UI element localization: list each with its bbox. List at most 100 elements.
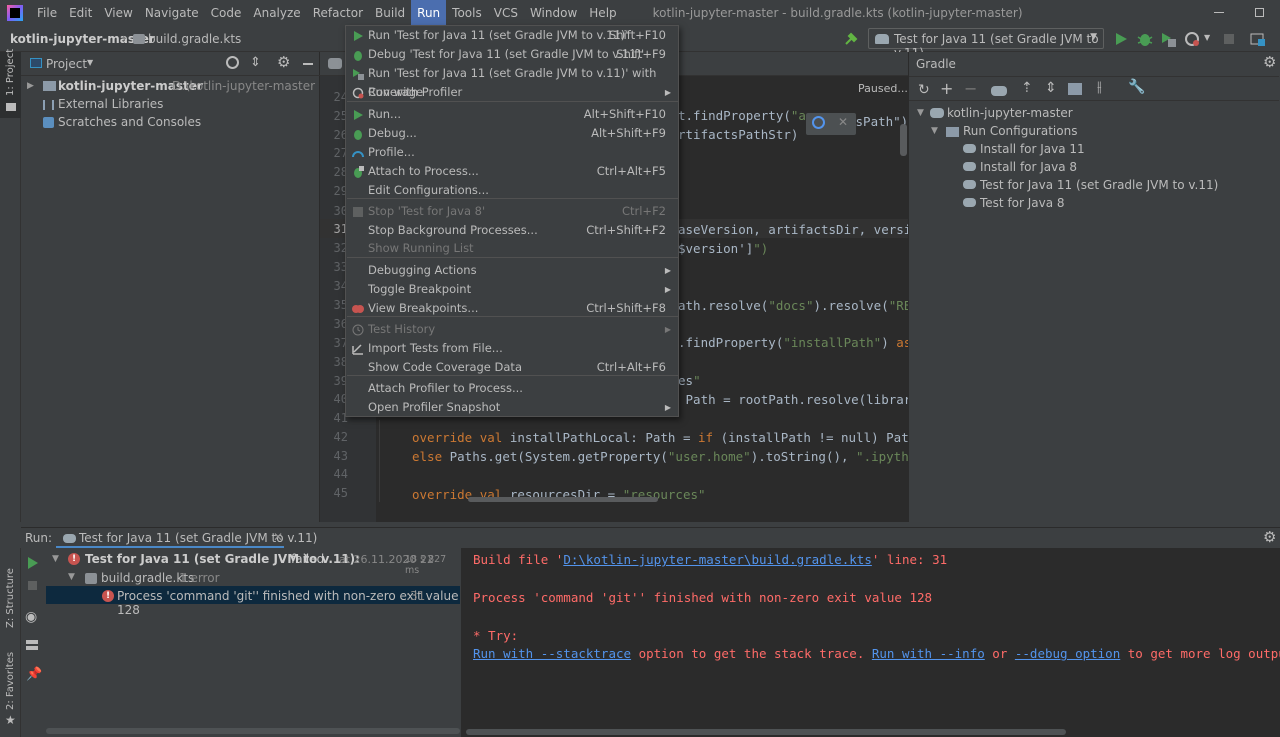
locate-icon[interactable] bbox=[226, 56, 239, 69]
menu-navigate[interactable]: Navigate bbox=[139, 0, 205, 26]
gear-icon[interactable]: ⚙ bbox=[277, 53, 290, 71]
profiler-icon[interactable] bbox=[1184, 31, 1200, 47]
frame-icon[interactable] bbox=[1250, 31, 1266, 47]
menu-item-toggle-breakpoint[interactable]: Toggle Breakpoint ▶ bbox=[346, 280, 678, 299]
menu-build[interactable]: Build bbox=[369, 0, 411, 26]
coverage-icon[interactable] bbox=[1160, 31, 1176, 47]
code-line: override val installPathLocal: Path = if… bbox=[412, 430, 932, 445]
close-icon[interactable]: ✕ bbox=[273, 530, 283, 544]
scratches-and-consoles[interactable]: Scratches and Consoles bbox=[58, 113, 201, 131]
project-view-selector[interactable]: Project bbox=[46, 57, 87, 71]
gradle-root[interactable]: kotlin-jupyter-master bbox=[947, 104, 1073, 122]
menu-vcs[interactable]: VCS bbox=[488, 0, 524, 26]
execute-task-icon[interactable] bbox=[991, 86, 1007, 96]
menu-file[interactable]: File bbox=[31, 0, 63, 26]
gradle-config-item[interactable]: Test for Java 11 (set Gradle JVM to v.11… bbox=[980, 176, 1218, 194]
offline-mode-icon[interactable]: ⫲ bbox=[1097, 79, 1102, 95]
debug-icon[interactable] bbox=[1137, 31, 1153, 47]
favorites-tool-label[interactable]: 2: Favorites bbox=[5, 652, 16, 710]
build-file-link[interactable]: D:\kotlin-jupyter-master\build.gradle.kt… bbox=[563, 552, 872, 567]
expand-arrow-icon[interactable]: ▼ bbox=[52, 554, 59, 564]
pin-icon[interactable]: 📌 bbox=[26, 667, 42, 682]
profiler-dropdown-icon[interactable]: ▼ bbox=[1204, 33, 1210, 42]
menu-refactor[interactable]: Refactor bbox=[307, 0, 369, 26]
close-icon[interactable]: ✕ bbox=[838, 115, 848, 129]
menu-item-label: Debug 'Test for Java 11 (set Gradle JVM … bbox=[368, 47, 645, 61]
menu-item-show-code-coverage-data[interactable]: Show Code Coverage Data Ctrl+Alt+F6 bbox=[346, 358, 678, 377]
line-number: 43 bbox=[333, 449, 348, 463]
run-console[interactable] bbox=[461, 548, 1280, 737]
stop-icon[interactable] bbox=[28, 581, 37, 590]
menu-item-run-test-for-java-11-set-gradle-jvm-to-v[interactable]: Run 'Test for Java 11 (set Gradle JVM to… bbox=[346, 64, 678, 99]
menu-item-attach-to-process[interactable]: Attach to Process... Ctrl+Alt+F5 bbox=[346, 162, 678, 181]
gear-icon[interactable]: ⚙ bbox=[1263, 53, 1276, 71]
menu-item-run[interactable]: Run... Alt+Shift+F10 bbox=[346, 105, 678, 124]
console-scrollbar[interactable] bbox=[466, 729, 1066, 735]
group-modules-icon[interactable] bbox=[1068, 83, 1082, 95]
stacktrace-link[interactable]: Run with --stacktrace bbox=[473, 646, 631, 661]
menu-item-open-profiler-snapshot[interactable]: Open Profiler Snapshot ▶ bbox=[346, 398, 678, 417]
editor-tab-icon[interactable] bbox=[328, 58, 342, 69]
run-root-status: failed bbox=[291, 552, 325, 566]
wrench-icon[interactable]: 🔧 bbox=[1128, 79, 1145, 95]
menu-item-label: Stop Background Processes... bbox=[368, 223, 538, 237]
chevron-down-icon[interactable]: ▼ bbox=[87, 58, 93, 67]
run-configurations[interactable]: Run Configurations bbox=[963, 122, 1077, 140]
menu-item-debug-test-for-java-11-set-gradle-jvm-to[interactable]: Debug 'Test for Java 11 (set Gradle JVM … bbox=[346, 45, 678, 64]
remove-icon[interactable]: − bbox=[964, 79, 977, 98]
menu-window[interactable]: Window bbox=[524, 0, 583, 26]
run-config-selector[interactable]: Test for Java 11 (set Gradle JVM to v.11… bbox=[868, 28, 1104, 60]
restore-button[interactable] bbox=[1255, 8, 1264, 17]
line-number: 42 bbox=[333, 430, 348, 444]
breadcrumb-file[interactable]: build.gradle.kts bbox=[148, 32, 241, 46]
external-libraries[interactable]: External Libraries bbox=[58, 95, 163, 113]
structure-tool-label[interactable]: Z: Structure bbox=[5, 568, 16, 628]
menu-item-view-breakpoints[interactable]: View Breakpoints... Ctrl+Shift+F8 bbox=[346, 299, 678, 318]
run-icon[interactable] bbox=[1114, 31, 1128, 47]
expand-arrow-icon[interactable]: ▼ bbox=[917, 104, 924, 122]
expand-all-icon[interactable]: ⇡ bbox=[1021, 80, 1033, 96]
rerun-icon[interactable] bbox=[26, 556, 39, 570]
menu-item-debug[interactable]: Debug... Alt+Shift+F9 bbox=[346, 124, 678, 143]
menu-run[interactable]: Run bbox=[411, 0, 447, 26]
layout-icon[interactable] bbox=[26, 640, 38, 650]
collapse-all-icon[interactable]: ⇕ bbox=[250, 55, 261, 70]
editor-hscrollbar[interactable] bbox=[468, 497, 658, 502]
collapse-all-icon[interactable]: ⇕ bbox=[1045, 80, 1057, 96]
menu-item-import-tests-from-file[interactable]: Import Tests from File... bbox=[346, 339, 678, 358]
debug-link[interactable]: --debug option bbox=[1015, 646, 1120, 661]
hide-icon[interactable] bbox=[303, 63, 313, 65]
gradle-config-item[interactable]: Test for Java 8 bbox=[980, 194, 1065, 212]
menu-item-run-with-profiler[interactable]: Run with Profiler ▶ bbox=[346, 83, 678, 102]
menu-code[interactable]: Code bbox=[205, 0, 248, 26]
run-tree-scrollbar[interactable] bbox=[46, 728, 460, 734]
menu-edit[interactable]: Edit bbox=[63, 0, 98, 26]
minimize-button[interactable] bbox=[1214, 12, 1224, 13]
menu-item-profile[interactable]: Profile... bbox=[346, 143, 678, 162]
menu-item-debugging-actions[interactable]: Debugging Actions ▶ bbox=[346, 261, 678, 280]
menu-analyze[interactable]: Analyze bbox=[247, 0, 306, 26]
expand-arrow-icon[interactable]: ▶ bbox=[27, 77, 34, 95]
build-hammer-icon[interactable] bbox=[843, 31, 859, 47]
menu-item-stop-background-processes[interactable]: Stop Background Processes... Ctrl+Shift+F… bbox=[346, 221, 678, 240]
menu-view[interactable]: View bbox=[98, 0, 138, 26]
menu-item-run-test-for-java-11-set-gradle-jvm-to-v[interactable]: Run 'Test for Java 11 (set Gradle JVM to… bbox=[346, 26, 678, 45]
editor-scrollbar[interactable] bbox=[900, 124, 907, 156]
info-link[interactable]: Run with --info bbox=[872, 646, 985, 661]
gear-icon[interactable]: ⚙ bbox=[1263, 528, 1276, 546]
eye-icon[interactable]: ◉ bbox=[25, 609, 37, 625]
expand-arrow-icon[interactable]: ▼ bbox=[931, 122, 938, 140]
menu-help[interactable]: Help bbox=[583, 0, 622, 26]
gradle-config-item[interactable]: Install for Java 11 bbox=[980, 140, 1085, 158]
menu-bar: File Edit View Navigate Code Analyze Ref… bbox=[0, 0, 1280, 26]
menu-item-edit-configurations[interactable]: Edit Configurations... bbox=[346, 181, 678, 200]
line-number: 36 bbox=[333, 317, 348, 331]
menu-item-attach-profiler-to-process[interactable]: Attach Profiler to Process... bbox=[346, 379, 678, 398]
refresh-icon[interactable]: ↻ bbox=[918, 82, 930, 98]
stop-icon[interactable] bbox=[1224, 34, 1234, 44]
run-tool-header: Run: Test for Java 11 (set Gradle JVM to… bbox=[21, 527, 1280, 548]
menu-tools[interactable]: Tools bbox=[446, 0, 488, 26]
add-icon[interactable]: + bbox=[940, 79, 953, 98]
expand-arrow-icon[interactable]: ▼ bbox=[68, 572, 75, 582]
gradle-config-item[interactable]: Install for Java 8 bbox=[980, 158, 1077, 176]
